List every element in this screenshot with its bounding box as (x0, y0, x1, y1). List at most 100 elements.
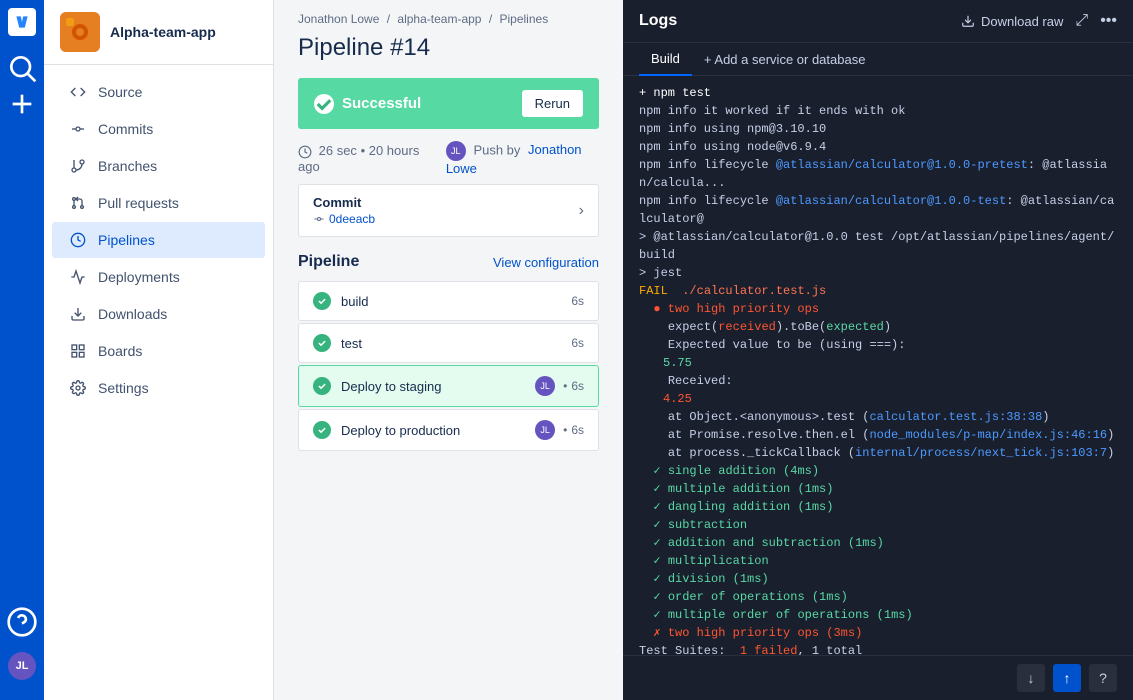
sidebar-label-branches: Branches (98, 158, 157, 174)
step-row-deploy-staging[interactable]: Deploy to staging JL • 6s (298, 365, 599, 407)
step-name-build: build (341, 294, 571, 309)
sidebar-item-pipelines[interactable]: Pipelines (52, 222, 265, 258)
logs-footer-right: ↓ ↑ ? (1017, 664, 1117, 692)
sidebar-label-settings: Settings (98, 380, 149, 396)
app-logo[interactable] (8, 8, 36, 36)
code-icon (68, 82, 88, 102)
duration-meta: 26 sec • 20 hours ago (298, 143, 430, 174)
sidebar: Alpha-team-app Source Commits (44, 0, 274, 700)
icon-bar: JL (0, 0, 44, 700)
sidebar-label-source: Source (98, 84, 142, 100)
pr-icon (68, 193, 88, 213)
sidebar-item-boards[interactable]: Boards (52, 333, 265, 369)
log-line: npm info using node@v6.9.4 (639, 138, 1117, 156)
rerun-button[interactable]: Rerun (522, 90, 583, 117)
sidebar-item-branches[interactable]: Branches (52, 148, 265, 184)
help-log-button[interactable]: ? (1089, 664, 1117, 692)
sidebar-label-deployments: Deployments (98, 269, 180, 285)
log-line: 4.25 (639, 390, 1117, 408)
commit-info: Commit 0deeacb (313, 195, 375, 226)
add-service-button[interactable]: + Add a service or database (692, 44, 878, 75)
log-line: npm info using npm@3.10.10 (639, 120, 1117, 138)
step-meta-staging: JL • 6s (535, 376, 584, 396)
staging-avatar: JL (535, 376, 555, 396)
commit-box[interactable]: Commit 0deeacb › (298, 184, 599, 237)
settings-icon (68, 378, 88, 398)
create-icon[interactable] (6, 88, 38, 120)
download-raw-button[interactable]: Download raw (961, 14, 1063, 29)
pusher-avatar: JL (446, 141, 466, 161)
breadcrumb-user[interactable]: Jonathon Lowe (298, 12, 379, 26)
meta-row: 26 sec • 20 hours ago JL Push by Jonatho… (298, 141, 599, 176)
pusher-meta: JL Push by Jonathon Lowe (446, 141, 599, 176)
sidebar-app-name: Alpha-team-app (110, 24, 216, 40)
log-line: ✓ multiplication (639, 552, 1117, 570)
step-check-production (313, 421, 331, 439)
sidebar-item-pull-requests[interactable]: Pull requests (52, 185, 265, 221)
scroll-up-button[interactable]: ↑ (1053, 664, 1081, 692)
log-line: ✓ single addition (4ms) (639, 462, 1117, 480)
log-line: npm info it worked if it ends with ok (639, 102, 1117, 120)
user-avatar[interactable]: JL (8, 652, 36, 680)
step-name-staging: Deploy to staging (341, 379, 535, 394)
step-meta-production: JL • 6s (535, 420, 584, 440)
sidebar-item-deployments[interactable]: Deployments (52, 259, 265, 295)
view-config-link[interactable]: View configuration (493, 255, 599, 270)
log-line: npm info lifecycle @atlassian/calculator… (639, 156, 1117, 192)
sidebar-label-commits: Commits (98, 121, 153, 137)
sidebar-nav: Source Commits Branches (44, 65, 273, 700)
step-name-test: test (341, 336, 571, 351)
log-line: npm info lifecycle @atlassian/calculator… (639, 192, 1117, 228)
production-avatar: JL (535, 420, 555, 440)
sidebar-item-commits[interactable]: Commits (52, 111, 265, 147)
log-line: at Object.<anonymous>.test (calculator.t… (639, 408, 1117, 426)
pipeline-page: Pipeline #14 Successful Rerun 26 sec • (274, 26, 623, 700)
log-line: ● two high priority ops (639, 300, 1117, 318)
step-row-test[interactable]: test 6s (298, 323, 599, 363)
log-line: ✓ subtraction (639, 516, 1117, 534)
commit-hash-link[interactable]: 0deeacb (329, 212, 375, 226)
commits-icon (68, 119, 88, 139)
log-line: expect(received).toBe(expected) (639, 318, 1117, 336)
step-name-production: Deploy to production (341, 423, 535, 438)
step-duration-staging: 6s (571, 379, 584, 393)
pipelines-icon (68, 230, 88, 250)
sidebar-item-settings[interactable]: Settings (52, 370, 265, 406)
help-icon[interactable] (6, 606, 38, 638)
logs-tabs: Build + Add a service or database (623, 43, 1133, 76)
log-line: Test Suites: 1 failed, 1 total (639, 642, 1117, 655)
breadcrumb-section[interactable]: Pipelines (500, 12, 549, 26)
log-line: > jest (639, 264, 1117, 282)
deployments-icon (68, 267, 88, 287)
logs-panel: Logs Download raw ⤢ ••• Build + Add a se… (623, 0, 1133, 700)
logs-footer: ↓ ↑ ? (623, 655, 1133, 700)
log-line: FAIL ./calculator.test.js (639, 282, 1117, 300)
status-left: Successful (314, 94, 421, 114)
step-check-test (313, 334, 331, 352)
sidebar-label-pipelines: Pipelines (98, 232, 155, 248)
pipeline-steps: build 6s test 6s Deploy to staging JL • (298, 281, 599, 451)
step-check-staging (313, 377, 331, 395)
step-check-build (313, 292, 331, 310)
step-duration-production: 6s (571, 423, 584, 437)
more-options-icon[interactable]: ••• (1100, 12, 1117, 30)
log-line: ✗ two high priority ops (3ms) (639, 624, 1117, 642)
step-row-build[interactable]: build 6s (298, 281, 599, 321)
expand-icon[interactable]: ⤢ (1075, 12, 1088, 30)
tab-build[interactable]: Build (639, 43, 692, 76)
status-banner: Successful Rerun (298, 78, 599, 129)
logs-actions: Download raw ⤢ ••• (961, 12, 1117, 30)
main-content: Jonathon Lowe / alpha-team-app / Pipelin… (274, 0, 623, 700)
sidebar-item-source[interactable]: Source (52, 74, 265, 110)
search-icon[interactable] (6, 52, 38, 84)
sidebar-item-downloads[interactable]: Downloads (52, 296, 265, 332)
scroll-down-button[interactable]: ↓ (1017, 664, 1045, 692)
step-row-deploy-production[interactable]: Deploy to production JL • 6s (298, 409, 599, 451)
breadcrumb: Jonathon Lowe / alpha-team-app / Pipelin… (274, 0, 623, 26)
boards-icon (68, 341, 88, 361)
logs-title: Logs (639, 12, 677, 30)
log-line: ✓ order of operations (1ms) (639, 588, 1117, 606)
breadcrumb-repo[interactable]: alpha-team-app (397, 12, 481, 26)
pipeline-steps-header: Pipeline View configuration (298, 253, 599, 271)
log-line: Expected value to be (using ===): (639, 336, 1117, 354)
